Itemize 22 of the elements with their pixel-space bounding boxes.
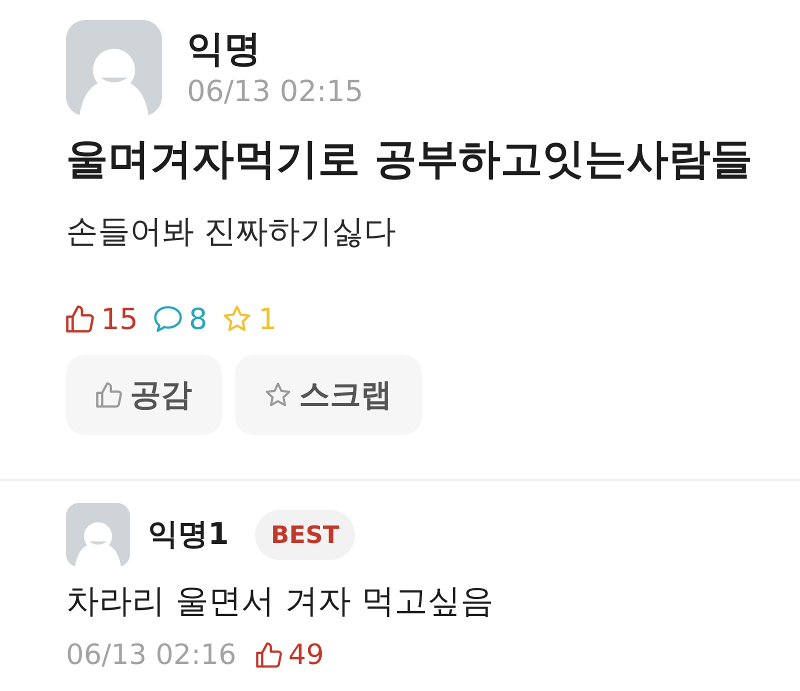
post-time: 06/13 02:15 (187, 74, 364, 108)
star-icon (223, 305, 252, 333)
stat-count: 8 (188, 303, 208, 335)
star-icon (265, 382, 291, 408)
best-badge: BEST (254, 510, 356, 560)
thumbs-up-icon (96, 382, 122, 408)
avatar-icon (66, 20, 162, 116)
comment-time: 06/13 02:16 (66, 639, 236, 671)
thumbs-up-icon (66, 305, 94, 333)
post-body: 손들어봐 진짜하기싫다 (66, 212, 396, 250)
like-count: 49 (288, 639, 324, 671)
comment-text: 차라리 울면서 겨자 먹고싶음 (66, 581, 494, 621)
post-title: 울며겨자먹기로 공부하고잇는사람들 (66, 134, 753, 184)
speech-bubble-icon (154, 305, 182, 333)
avatar-icon (66, 503, 130, 567)
stat-count: 1 (258, 303, 277, 335)
scrap-button[interactable]: 스크랩 (235, 355, 422, 435)
stat-count: 15 (101, 303, 138, 335)
commenter-name: 익명1 (148, 517, 229, 553)
author-name: 익명 (187, 28, 262, 70)
like-button[interactable]: 공감 (66, 355, 222, 435)
thumbs-up-icon (256, 642, 282, 668)
